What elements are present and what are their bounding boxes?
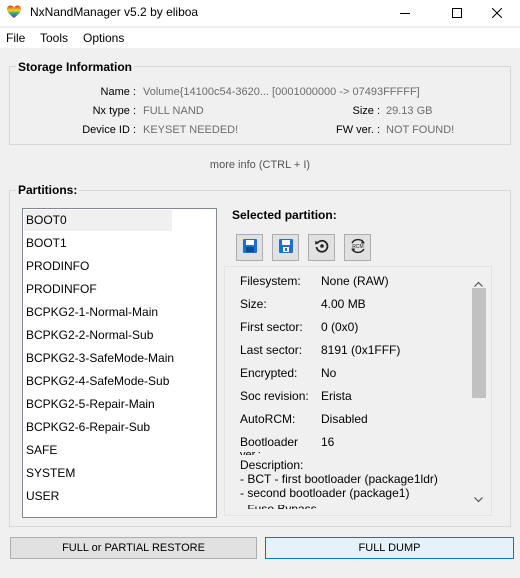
heart-icon [6, 4, 22, 20]
partition-info-panel: Filesystem: None (RAW) Size: 4.00 MB Fir… [224, 266, 492, 516]
encrypted-value: No [321, 366, 337, 380]
save-as-icon [278, 238, 294, 257]
fw-ver-value: NOT FOUND! [386, 124, 455, 136]
title-bar: NxNandManager v5.2 by eliboa [0, 0, 520, 26]
first-sector-label: First sector: [240, 320, 303, 334]
minimize-icon[interactable] [382, 0, 428, 26]
description-line: - Fuse Bypass... [240, 505, 327, 509]
list-item-prodinfof[interactable]: PRODINFOF [24, 279, 172, 300]
last-sector-label: Last sector: [240, 343, 303, 357]
storage-info-title: Storage Information [16, 60, 135, 74]
description-line: - BCT - first bootloader (package1ldr) [240, 472, 438, 486]
partitions-title: Partitions: [16, 183, 80, 197]
size-field-value: 4.00 MB [321, 297, 366, 311]
scroll-down-icon[interactable] [474, 492, 483, 506]
autorcm-label: AutoRCM: [240, 412, 296, 426]
device-id-label: Device ID : [82, 124, 136, 136]
filesystem-value: None (RAW) [321, 274, 389, 288]
list-item-bcpkg2-5[interactable]: BCPKG2-5-Repair-Main [24, 394, 214, 415]
filesystem-label: Filesystem: [240, 274, 301, 288]
list-item-prodinfo[interactable]: PRODINFO [24, 256, 172, 277]
list-item-bcpkg2-3[interactable]: BCPKG2-3-SafeMode-Main [24, 348, 214, 369]
name-value: Volume{14100c54-3620... [0001000000 -> 0… [143, 86, 420, 98]
list-item-bcpkg2-2[interactable]: BCPKG2-2-Normal-Sub [24, 325, 214, 346]
save-icon [242, 238, 258, 257]
bootloader-value: 16 [321, 435, 335, 449]
save-button[interactable] [236, 234, 263, 261]
list-item-boot1[interactable]: BOOT1 [24, 233, 172, 254]
last-sector-value: 8191 (0x1FFF) [321, 343, 401, 357]
list-item-bcpkg2-1[interactable]: BCPKG2-1-Normal-Main [24, 302, 214, 323]
full-dump-button[interactable]: FULL DUMP [265, 537, 514, 559]
size-label: Size : [352, 105, 380, 117]
scroll-thumb[interactable] [472, 288, 486, 398]
nx-type-value: FULL NAND [143, 105, 204, 117]
menu-bar: File Tools Options [0, 28, 520, 48]
autorcm-value: Disabled [321, 412, 368, 426]
soc-revision-value: Erista [321, 389, 352, 403]
size-field-label: Size: [240, 297, 267, 311]
encrypted-label: Encrypted: [240, 366, 298, 380]
bootloader-label: Bootloader [240, 435, 299, 449]
nx-type-label: Nx type : [92, 105, 136, 117]
name-label: Name : [100, 86, 136, 98]
selected-partition-title: Selected partition: [232, 208, 337, 222]
restore-icon [314, 238, 330, 257]
list-item-safe[interactable]: SAFE [24, 440, 172, 461]
svg-text:RCM: RCM [352, 244, 363, 250]
save-as-button[interactable] [272, 234, 299, 261]
list-item-system[interactable]: SYSTEM [24, 463, 172, 484]
restore-button[interactable] [308, 234, 335, 261]
menu-tools[interactable]: Tools [40, 31, 68, 45]
device-id-value: KEYSET NEEDED! [143, 124, 239, 136]
full-partial-restore-button[interactable]: FULL or PARTIAL RESTORE [10, 537, 257, 559]
close-icon[interactable] [474, 0, 520, 26]
info-scrollbar[interactable] [469, 270, 489, 506]
list-item-bcpkg2-6[interactable]: BCPKG2-6-Repair-Sub [24, 417, 214, 438]
bootloader-ver-label-cut: ver.: [240, 449, 261, 455]
description-label: Description: [240, 458, 304, 472]
menu-options[interactable]: Options [83, 31, 124, 45]
list-item-user[interactable]: USER [24, 486, 172, 507]
autorcm-button[interactable]: RCM [344, 234, 371, 261]
partition-list[interactable]: BOOT0 BOOT1 PRODINFO PRODINFOF BCPKG2-1-… [22, 208, 217, 518]
list-item-bcpkg2-4[interactable]: BCPKG2-4-SafeMode-Sub [24, 371, 214, 392]
first-sector-value: 0 (0x0) [321, 320, 359, 334]
autorcm-icon: RCM [349, 237, 367, 258]
description-line: - second bootloader (package1) [240, 486, 410, 500]
list-item-boot0[interactable]: BOOT0 [24, 210, 172, 231]
soc-revision-label: Soc revision: [240, 389, 309, 403]
fw-ver-label: FW ver. : [336, 124, 380, 136]
menu-file[interactable]: File [6, 31, 25, 45]
size-value: 29.13 GB [386, 105, 433, 117]
more-info-link[interactable]: more info (CTRL + I) [0, 159, 520, 171]
window-title: NxNandManager v5.2 by eliboa [30, 5, 199, 19]
